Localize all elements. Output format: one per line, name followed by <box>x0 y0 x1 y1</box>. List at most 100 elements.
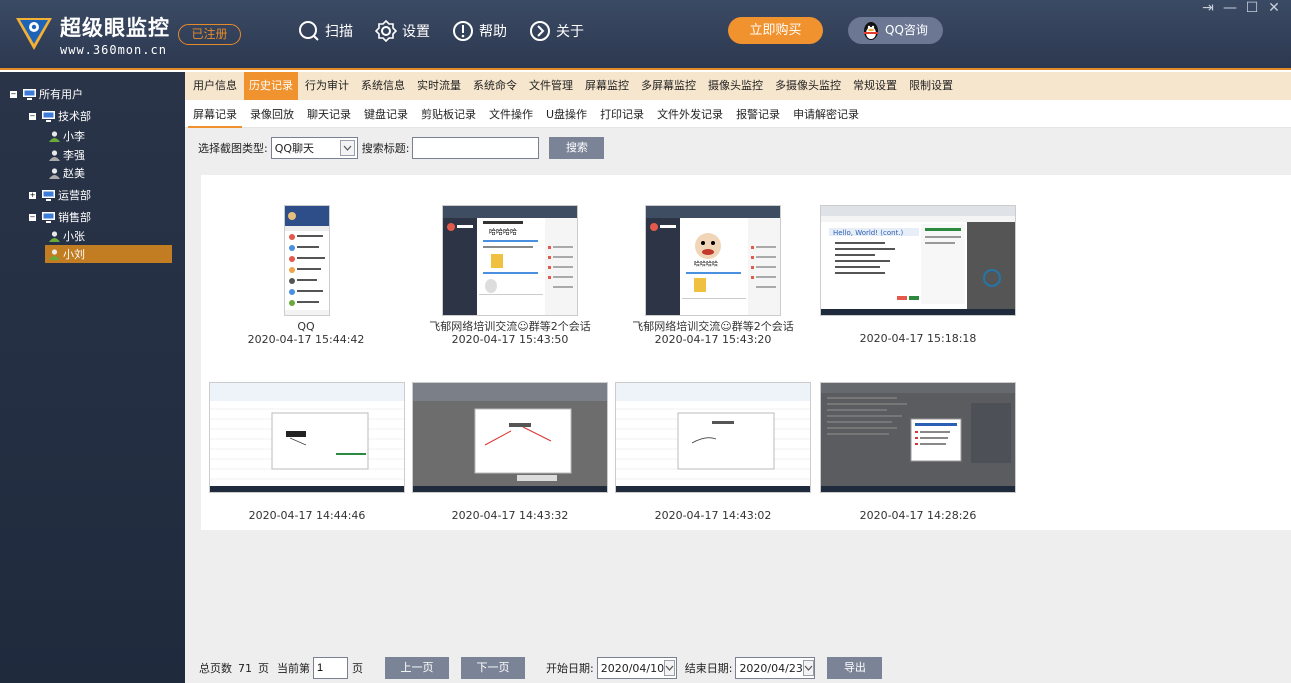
screenshot-type-label: 选择截图类型: <box>198 142 268 155</box>
nav-about-label: 关于 <box>556 24 584 40</box>
tab-alert-records[interactable]: 报警记录 <box>731 102 785 128</box>
nav-settings-label: 设置 <box>402 24 430 40</box>
top-nav: 扫描 设置 帮助 关于 <box>298 18 606 44</box>
tab-video-playback[interactable]: 录像回放 <box>245 102 299 128</box>
screenshot-caption: 2020-04-17 15:18:18 <box>818 332 1018 345</box>
tab-system-info[interactable]: 系统信息 <box>356 72 410 100</box>
user-icon <box>49 248 60 260</box>
svg-text:哈哈哈哈: 哈哈哈哈 <box>694 260 718 268</box>
tab-clipboard-records[interactable]: 剪贴板记录 <box>416 102 481 128</box>
screenshot-caption: 2020-04-17 14:43:02 <box>613 509 813 522</box>
end-date-picker[interactable]: 2020/04/23 <box>735 657 816 679</box>
search-title-label: 搜索标题: <box>361 142 410 155</box>
end-date-label: 结束日期: <box>684 662 733 675</box>
minimize-icon[interactable]: — <box>1219 0 1241 16</box>
tab-screen-monitor[interactable]: 屏幕监控 <box>580 72 634 100</box>
screenshot-thumbnail[interactable] <box>209 382 405 493</box>
computer-group-icon <box>42 189 55 201</box>
tab-usb-operations[interactable]: U盘操作 <box>541 102 592 128</box>
nav-about[interactable]: 关于 <box>529 18 584 44</box>
tree-user-selected[interactable]: 小刘 <box>45 245 172 263</box>
screenshot-type-select[interactable]: QQ聊天 <box>270 137 358 159</box>
tree-group-sales[interactable]: − 销售部 <box>29 208 91 226</box>
next-page-button[interactable]: 下一页 <box>461 657 525 679</box>
nav-help[interactable]: 帮助 <box>452 18 507 44</box>
screenshot-caption: 飞郁网络培训交流☺群等2个会话 2020-04-17 15:43:20 <box>613 320 813 346</box>
tab-print-records[interactable]: 打印记录 <box>595 102 649 128</box>
tab-keyboard-records[interactable]: 键盘记录 <box>359 102 413 128</box>
about-icon <box>530 21 550 41</box>
screenshot-thumbnail[interactable] <box>615 382 811 493</box>
screenshot-title: 飞郁网络培训交流☺群等2个会话 <box>429 320 591 333</box>
search-button[interactable]: 搜索 <box>549 137 605 159</box>
prev-page-button[interactable]: 上一页 <box>385 657 449 679</box>
current-page-input[interactable] <box>313 657 348 679</box>
export-button[interactable]: 导出 <box>827 657 883 679</box>
restore-icon[interactable]: ⇥ <box>1197 0 1219 16</box>
start-date-picker[interactable]: 2020/04/10 <box>596 657 677 679</box>
tab-history[interactable]: 历史记录 <box>244 72 298 100</box>
user-tree-sidebar: − 所有用户 − 技术部 小李 李强 赵美 + 运营部 − 销售部 小张 小刘 <box>0 72 185 683</box>
chevron-down-icon[interactable] <box>802 660 814 676</box>
start-date-value: 2020/04/10 <box>600 661 665 675</box>
expand-toggle-icon[interactable]: + <box>29 191 36 199</box>
screenshot-time: 2020-04-17 14:43:32 <box>451 509 569 522</box>
collapse-toggle-icon[interactable]: − <box>29 213 36 221</box>
screenshot-thumbnail[interactable]: 哈哈哈哈 <box>442 205 578 316</box>
tab-multi-camera[interactable]: 多摄像头监控 <box>770 72 846 100</box>
tree-group-label: 运营部 <box>58 189 91 202</box>
screenshot-type-value: QQ聊天 <box>274 142 315 155</box>
tree-user[interactable]: 小李 <box>48 127 85 145</box>
help-icon <box>453 21 473 41</box>
screenshot-time: 2020-04-17 14:44:46 <box>248 509 366 522</box>
user-icon <box>49 230 60 242</box>
tree-group-tech[interactable]: − 技术部 <box>29 107 91 125</box>
brand-url: www.360mon.cn <box>60 43 167 57</box>
tree-root[interactable]: − 所有用户 <box>10 85 83 103</box>
tab-restriction-settings[interactable]: 限制设置 <box>904 72 958 100</box>
start-date-label: 开始日期: <box>546 662 594 675</box>
tab-multi-screen[interactable]: 多屏幕监控 <box>636 72 701 100</box>
chevron-down-icon[interactable] <box>664 660 676 676</box>
tab-user-info[interactable]: 用户信息 <box>188 72 242 100</box>
tab-file-operations[interactable]: 文件操作 <box>484 102 538 128</box>
collapse-toggle-icon[interactable]: − <box>10 90 17 98</box>
tab-screen-records[interactable]: 屏幕记录 <box>188 102 242 128</box>
screenshot-title: 飞郁网络培训交流☺群等2个会话 <box>632 320 794 333</box>
tab-realtime-traffic[interactable]: 实时流量 <box>412 72 466 100</box>
close-icon[interactable]: ✕ <box>1263 0 1285 16</box>
tab-file-manager[interactable]: 文件管理 <box>524 72 578 100</box>
user-icon <box>49 149 60 161</box>
screenshot-caption: 2020-04-17 14:43:32 <box>410 509 610 522</box>
screenshot-time: 2020-04-17 15:18:18 <box>859 332 977 345</box>
tree-group-ops[interactable]: + 运营部 <box>29 186 91 204</box>
collapse-toggle-icon[interactable]: − <box>29 112 36 120</box>
pagination-bar: 总页数 71 页 当前第 页 上一页 下一页 开始日期: 2020/04/10 … <box>199 656 883 680</box>
tab-decrypt-requests[interactable]: 申请解密记录 <box>788 102 864 128</box>
screenshot-thumbnail[interactable] <box>412 382 608 493</box>
computer-group-icon <box>23 88 36 100</box>
tree-user[interactable]: 小张 <box>48 227 85 245</box>
nav-settings[interactable]: 设置 <box>375 18 430 44</box>
tab-file-outgoing[interactable]: 文件外发记录 <box>652 102 728 128</box>
tree-user-label: 小李 <box>63 130 85 143</box>
tab-general-settings[interactable]: 常规设置 <box>848 72 902 100</box>
tab-behavior-audit[interactable]: 行为审计 <box>300 72 354 100</box>
chevron-down-icon[interactable] <box>339 140 355 156</box>
screenshot-thumbnail[interactable] <box>820 382 1016 493</box>
tab-system-command[interactable]: 系统命令 <box>468 72 522 100</box>
tree-user-label: 赵美 <box>63 167 85 180</box>
screenshot-thumbnail[interactable]: 哈哈哈哈 <box>645 205 781 316</box>
tab-chat-records[interactable]: 聊天记录 <box>302 102 356 128</box>
tree-user[interactable]: 李强 <box>48 146 85 164</box>
screenshot-thumbnail[interactable]: Hello, World! (cont.) <box>820 205 1016 316</box>
screenshot-thumbnail[interactable] <box>284 205 330 316</box>
qq-consult-button[interactable]: QQ咨询 <box>848 17 943 44</box>
screenshot-time: 2020-04-17 14:28:26 <box>859 509 977 522</box>
tab-camera[interactable]: 摄像头监控 <box>703 72 768 100</box>
maximize-icon[interactable]: ☐ <box>1241 0 1263 16</box>
buy-now-button[interactable]: 立即购买 <box>728 17 823 44</box>
search-title-input[interactable] <box>412 137 540 159</box>
tree-user[interactable]: 赵美 <box>48 164 85 182</box>
nav-scan[interactable]: 扫描 <box>298 18 353 44</box>
